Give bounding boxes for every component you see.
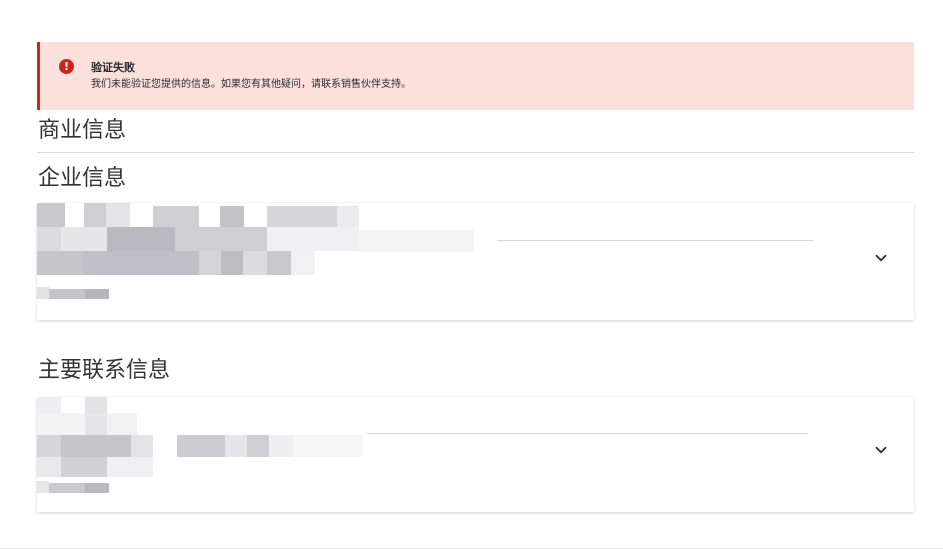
company-info-heading: 企业信息 [38, 166, 127, 191]
alert-title: 验证失败 [91, 61, 135, 74]
verification-page: ! 验证失败 我们未能验证您提供的信息。如果您有其他疑问，请联系销售伙伴支持。 … [0, 0, 943, 549]
primary-contact-heading: 主要联系信息 [38, 358, 171, 383]
business-info-heading: 商业信息 [38, 118, 127, 143]
redacted-contact-details [37, 397, 417, 497]
primary-contact-card[interactable] [37, 397, 914, 512]
redacted-company-details [37, 203, 517, 313]
chevron-down-icon[interactable] [872, 441, 890, 459]
section-divider [37, 152, 914, 153]
verification-failed-alert: ! 验证失败 我们未能验证您提供的信息。如果您有其他疑问，请联系销售伙伴支持。 [37, 42, 914, 110]
exclamation-icon: ! [59, 59, 74, 74]
chevron-down-icon[interactable] [872, 249, 890, 267]
card-separator [367, 433, 808, 434]
card-separator [497, 240, 813, 241]
company-info-card[interactable] [37, 203, 914, 320]
alert-message: 我们未能验证您提供的信息。如果您有其他疑问，请联系销售伙伴支持。 [91, 79, 411, 90]
